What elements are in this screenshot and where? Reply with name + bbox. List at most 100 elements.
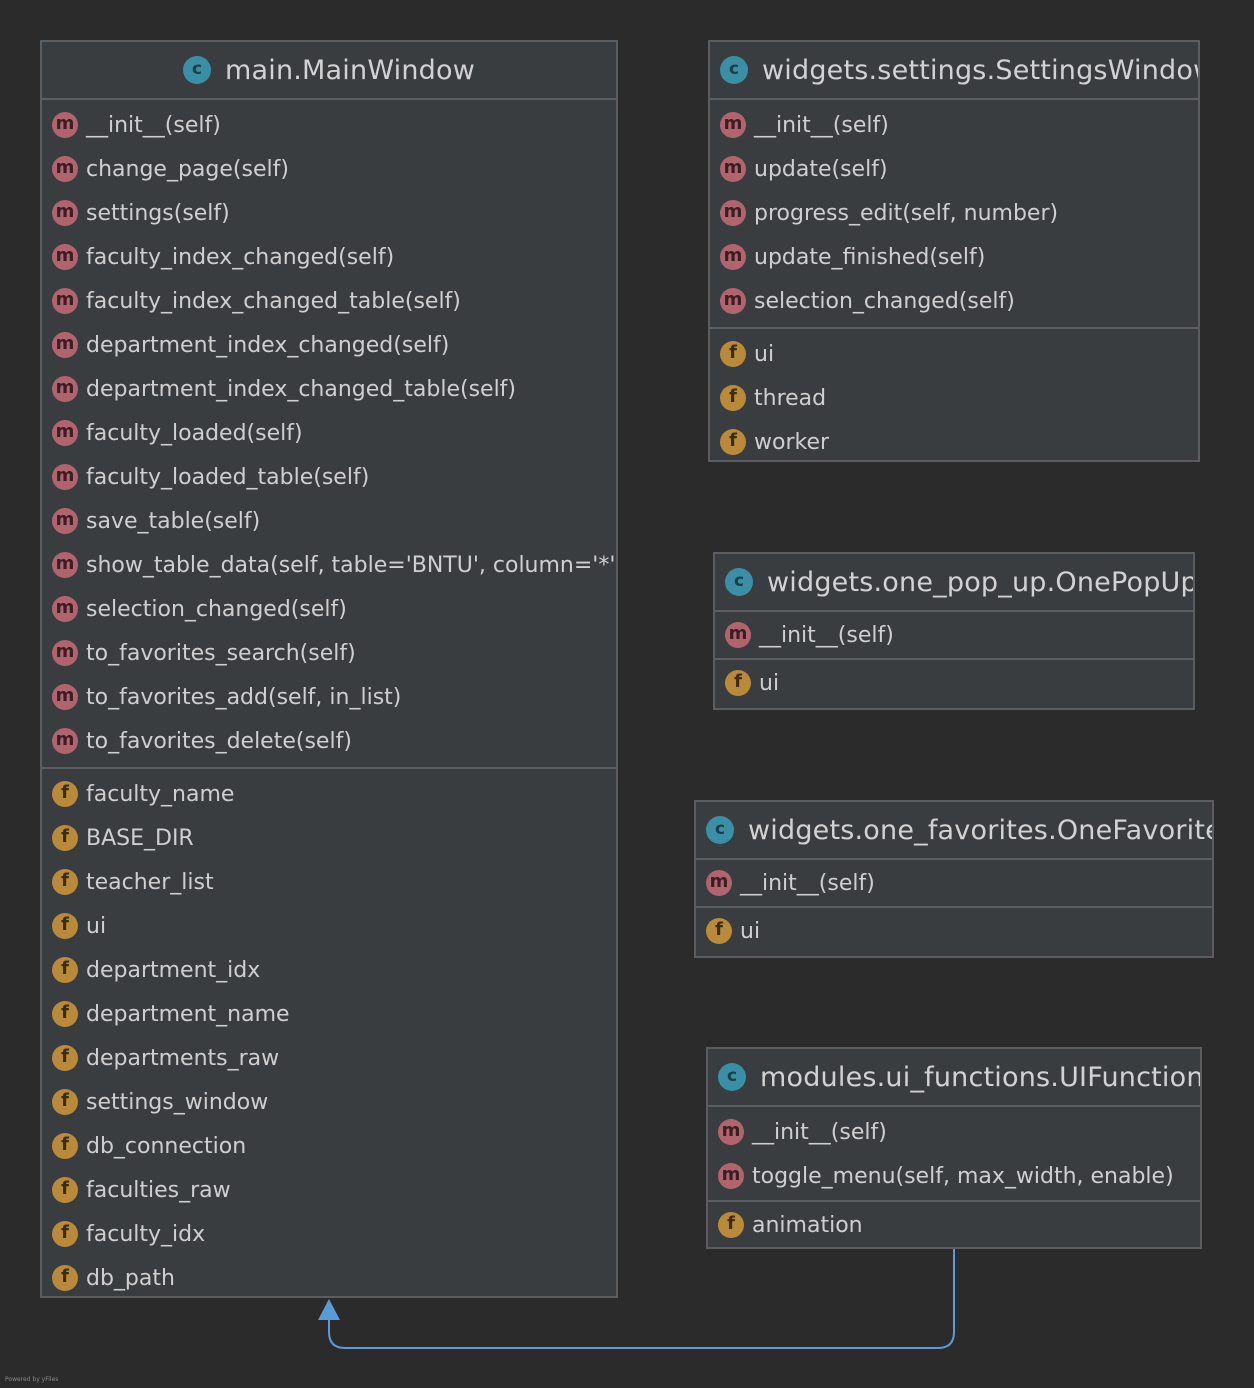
- method-icon: m: [725, 622, 751, 648]
- method-label: to_favorites_search(self): [86, 640, 356, 666]
- class-title: modules.ui_functions.UIFunctions: [760, 1061, 1202, 1093]
- field-icon: f: [52, 1001, 78, 1027]
- method-icon: m: [718, 1163, 744, 1189]
- class-box-settings-window[interactable]: c widgets.settings.SettingsWindow m __ini…: [708, 40, 1200, 462]
- method-row[interactable]: m department_index_changed(self): [42, 323, 616, 367]
- method-row[interactable]: m to_favorites_delete(self): [42, 719, 616, 763]
- field-icon: f: [52, 1133, 78, 1159]
- class-title: widgets.settings.SettingsWindow: [762, 54, 1200, 86]
- method-icon: m: [52, 596, 78, 622]
- method-row[interactable]: m faculty_loaded(self): [42, 411, 616, 455]
- field-row[interactable]: f faculties_raw: [42, 1168, 616, 1212]
- method-row[interactable]: m change_page(self): [42, 147, 616, 191]
- field-row[interactable]: f settings_window: [42, 1080, 616, 1124]
- method-row[interactable]: m selection_changed(self): [710, 279, 1198, 323]
- method-icon: m: [720, 156, 746, 182]
- field-label: ui: [759, 670, 780, 696]
- class-box-one-pop-up[interactable]: c widgets.one_pop_up.OnePopUp m __init__(…: [713, 552, 1195, 710]
- field-row[interactable]: f animation: [708, 1203, 1200, 1247]
- methods-section: m __init__(self): [715, 612, 1193, 660]
- method-icon: m: [52, 112, 78, 138]
- class-title: widgets.one_pop_up.OnePopUp: [767, 566, 1195, 598]
- field-label: faculties_raw: [86, 1177, 231, 1203]
- method-row[interactable]: m __init__(self): [715, 613, 1193, 657]
- inheritance-arrowhead: [318, 1299, 340, 1320]
- method-row[interactable]: m __init__(self): [696, 861, 1212, 905]
- method-label: to_favorites_add(self, in_list): [86, 684, 402, 710]
- method-row[interactable]: m settings(self): [42, 191, 616, 235]
- method-row[interactable]: m to_favorites_add(self, in_list): [42, 675, 616, 719]
- method-label: __init__(self): [754, 112, 889, 138]
- method-icon: m: [52, 640, 78, 666]
- method-row[interactable]: m department_index_changed_table(self): [42, 367, 616, 411]
- method-row[interactable]: m save_table(self): [42, 499, 616, 543]
- class-box-ui-functions[interactable]: c modules.ui_functions.UIFunctions m __in…: [706, 1047, 1202, 1249]
- field-row[interactable]: f department_idx: [42, 948, 616, 992]
- field-icon: f: [52, 913, 78, 939]
- method-row[interactable]: m selection_changed(self): [42, 587, 616, 631]
- method-row[interactable]: m __init__(self): [42, 103, 616, 147]
- method-label: faculty_loaded_table(self): [86, 464, 370, 490]
- methods-section: m __init__(self): [696, 860, 1212, 908]
- method-row[interactable]: m __init__(self): [710, 103, 1198, 147]
- method-label: __init__(self): [752, 1119, 887, 1145]
- field-row[interactable]: f ui: [710, 332, 1198, 376]
- field-label: ui: [740, 918, 761, 944]
- method-icon: m: [718, 1119, 744, 1145]
- method-label: department_index_changed(self): [86, 332, 450, 358]
- method-row[interactable]: m faculty_loaded_table(self): [42, 455, 616, 499]
- method-label: settings(self): [86, 200, 230, 226]
- class-header: c main.MainWindow: [42, 42, 616, 100]
- field-row[interactable]: f ui: [42, 904, 616, 948]
- field-row[interactable]: f faculty_name: [42, 772, 616, 816]
- field-icon: f: [720, 341, 746, 367]
- method-label: progress_edit(self, number): [754, 200, 1059, 226]
- methods-section: m __init__(self) m toggle_menu(self, max_w…: [708, 1107, 1200, 1202]
- field-row[interactable]: f db_path: [42, 1256, 616, 1296]
- field-icon: f: [720, 385, 746, 411]
- method-row[interactable]: m update_finished(self): [710, 235, 1198, 279]
- field-row[interactable]: f worker: [710, 420, 1198, 460]
- method-row[interactable]: m update(self): [710, 147, 1198, 191]
- field-label: teacher_list: [86, 869, 214, 895]
- field-row[interactable]: f departments_raw: [42, 1036, 616, 1080]
- field-row[interactable]: f faculty_idx: [42, 1212, 616, 1256]
- class-box-main-window[interactable]: c main.MainWindow m __init__(self) m chang…: [40, 40, 618, 1298]
- method-icon: m: [52, 508, 78, 534]
- method-label: __init__(self): [86, 112, 221, 138]
- method-row[interactable]: m progress_edit(self, number): [710, 191, 1198, 235]
- method-row[interactable]: m to_favorites_search(self): [42, 631, 616, 675]
- method-icon: m: [52, 156, 78, 182]
- method-icon: m: [720, 244, 746, 270]
- field-row[interactable]: f ui: [696, 909, 1212, 953]
- method-row[interactable]: m __init__(self): [708, 1110, 1200, 1154]
- method-label: faculty_loaded(self): [86, 420, 303, 446]
- method-icon: m: [52, 288, 78, 314]
- field-label: db_path: [86, 1265, 175, 1291]
- class-title: main.MainWindow: [225, 54, 475, 86]
- class-box-one-favorites[interactable]: c widgets.one_favorites.OneFavorites m __…: [694, 800, 1214, 958]
- method-row[interactable]: m show_table_data(self, table='BNTU', col…: [42, 543, 616, 587]
- method-row[interactable]: m faculty_index_changed_table(self): [42, 279, 616, 323]
- method-icon: m: [52, 332, 78, 358]
- field-row[interactable]: f BASE_DIR: [42, 816, 616, 860]
- field-label: BASE_DIR: [86, 825, 194, 851]
- field-row[interactable]: f db_connection: [42, 1124, 616, 1168]
- method-label: __init__(self): [759, 622, 894, 648]
- method-row[interactable]: m toggle_menu(self, max_width, enable): [708, 1154, 1200, 1198]
- field-row[interactable]: f thread: [710, 376, 1198, 420]
- fields-section: f faculty_name f BASE_DIR f teacher_list fu…: [42, 769, 616, 1296]
- field-row[interactable]: f teacher_list: [42, 860, 616, 904]
- field-icon: f: [52, 1089, 78, 1115]
- field-icon: f: [52, 869, 78, 895]
- field-icon: f: [52, 1045, 78, 1071]
- field-label: worker: [754, 429, 830, 455]
- method-label: update_finished(self): [754, 244, 986, 270]
- method-label: show_table_data(self, table='BNTU', colu…: [86, 552, 618, 578]
- method-icon: m: [720, 112, 746, 138]
- fields-section: f ui f thread f worker: [710, 329, 1198, 460]
- method-row[interactable]: m faculty_index_changed(self): [42, 235, 616, 279]
- method-icon: m: [52, 244, 78, 270]
- field-row[interactable]: f department_name: [42, 992, 616, 1036]
- field-row[interactable]: f ui: [715, 661, 1193, 705]
